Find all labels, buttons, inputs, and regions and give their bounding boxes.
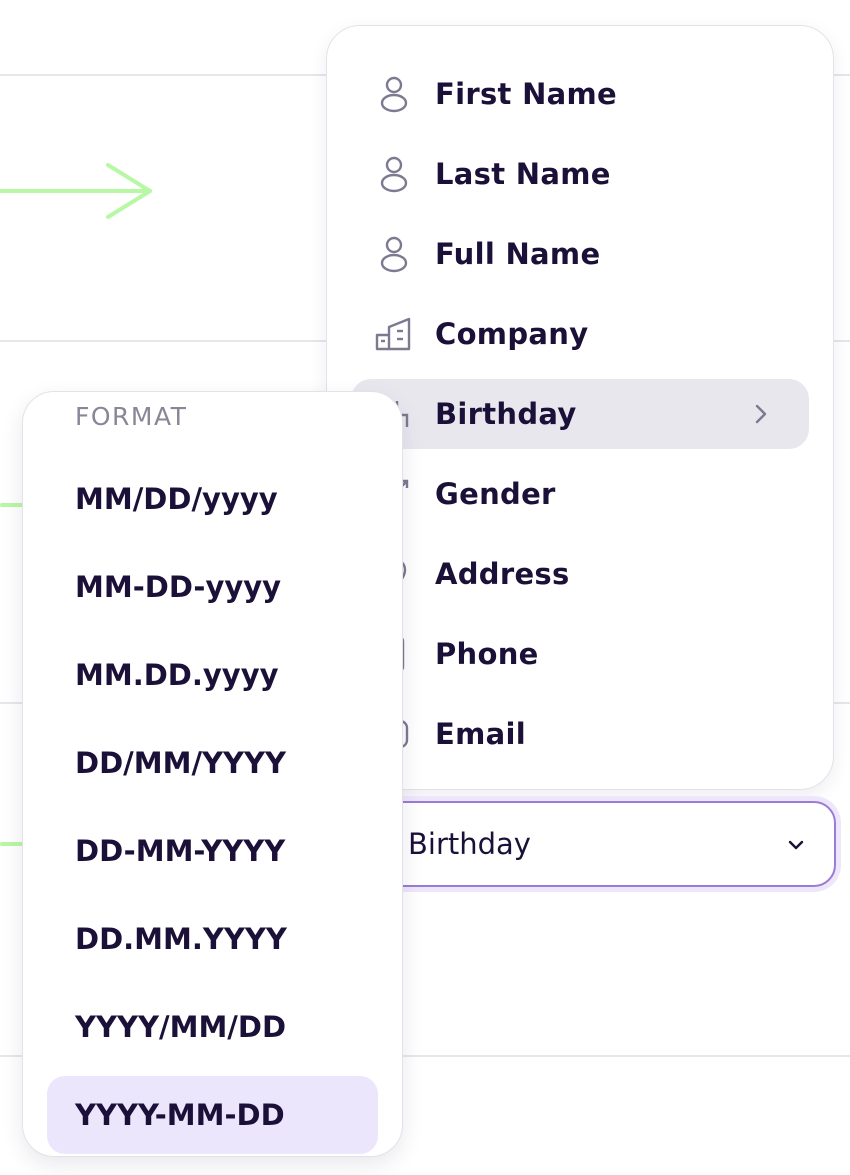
- format-option-selected[interactable]: YYYY-MM-DD: [47, 1076, 378, 1154]
- format-option[interactable]: MM.DD.yyyy: [47, 636, 378, 714]
- menu-item-label: Last Name: [435, 157, 611, 191]
- person-icon: [375, 155, 413, 193]
- menu-item-company[interactable]: Company: [351, 299, 809, 369]
- chevron-down-icon: [788, 840, 804, 850]
- menu-item-full-name[interactable]: Full Name: [351, 219, 809, 289]
- menu-item-birthday[interactable]: Birthday: [351, 379, 809, 449]
- menu-item-email[interactable]: Email: [351, 699, 809, 769]
- field-type-select[interactable]: Birthday: [336, 801, 836, 887]
- menu-item-last-name[interactable]: Last Name: [351, 139, 809, 209]
- mapping-connector-line: [0, 842, 24, 846]
- mapping-connector-line: [0, 503, 24, 507]
- format-option[interactable]: MM/DD/yyyy: [47, 460, 378, 538]
- menu-item-label: Gender: [435, 477, 556, 511]
- menu-item-phone[interactable]: Phone: [351, 619, 809, 689]
- menu-item-address[interactable]: Address: [351, 539, 809, 609]
- menu-item-first-name[interactable]: First Name: [351, 59, 809, 129]
- menu-item-label: Company: [435, 317, 589, 351]
- date-format-menu: FORMAT MM/DD/yyyy MM-DD-yyyy MM.DD.yyyy …: [22, 391, 403, 1157]
- format-option[interactable]: YYYY/MM/DD: [47, 988, 378, 1066]
- format-option[interactable]: MM-DD-yyyy: [47, 548, 378, 626]
- person-icon: [375, 75, 413, 113]
- mapping-arrow-icon: [0, 163, 152, 219]
- menu-item-label: Phone: [435, 637, 539, 671]
- format-option[interactable]: DD/MM/YYYY: [47, 724, 378, 802]
- menu-item-label: Full Name: [435, 237, 601, 271]
- menu-item-label: First Name: [435, 77, 617, 111]
- chevron-right-icon: [755, 404, 767, 424]
- person-icon: [375, 235, 413, 273]
- format-option[interactable]: DD.MM.YYYY: [47, 900, 378, 978]
- menu-item-label: Email: [435, 717, 526, 751]
- menu-item-gender[interactable]: Gender: [351, 459, 809, 529]
- format-option[interactable]: DD-MM-YYYY: [47, 812, 378, 890]
- building-icon: [375, 315, 413, 353]
- field-type-select-value: Birthday: [408, 827, 531, 861]
- format-section-title: FORMAT: [75, 402, 188, 431]
- menu-item-label: Birthday: [435, 397, 577, 431]
- menu-item-label: Address: [435, 557, 570, 591]
